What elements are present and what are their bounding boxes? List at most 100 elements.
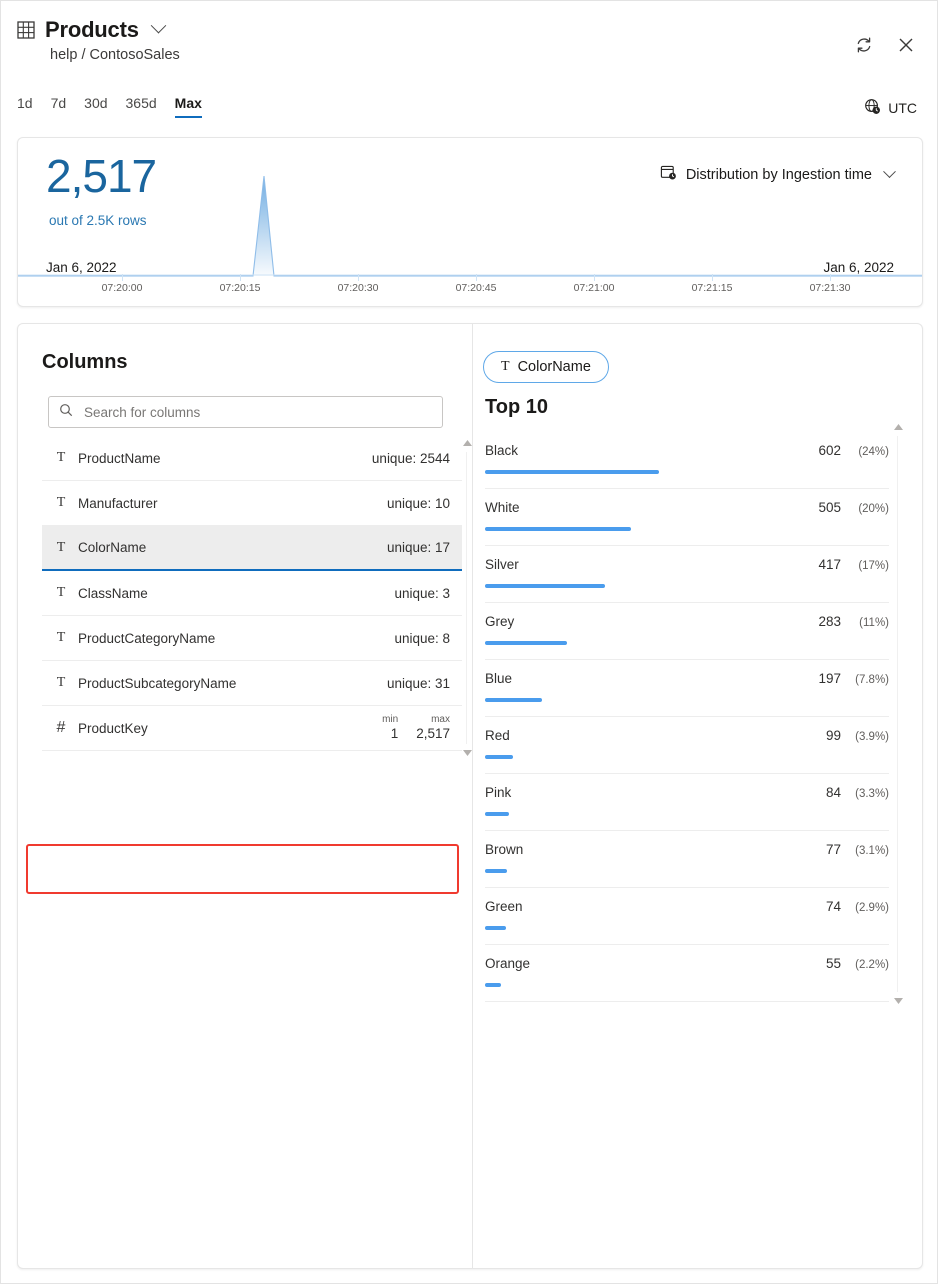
calendar-clock-icon: [660, 164, 677, 185]
column-name: ProductCategoryName: [78, 631, 394, 646]
value-row[interactable]: Grey283(11%): [485, 603, 889, 660]
column-row[interactable]: T ProductCategoryNameunique: 8: [42, 616, 462, 661]
close-button[interactable]: [895, 34, 917, 56]
scroll-down-arrow-icon[interactable]: [894, 998, 903, 1004]
value-row[interactable]: Pink84(3.3%): [485, 774, 889, 831]
value-row-header: Black602(24%): [485, 443, 889, 458]
text-type-icon: T: [50, 675, 72, 691]
text-type-icon: T: [50, 585, 72, 601]
column-unique-count: unique: 8: [394, 631, 450, 646]
axis-tick-label: 07:20:45: [456, 282, 497, 294]
time-range-tab-1d[interactable]: 1d: [17, 96, 33, 118]
search-columns-input[interactable]: [82, 404, 432, 421]
close-icon: [896, 35, 916, 55]
value-label: White: [485, 500, 818, 515]
value-label: Green: [485, 899, 826, 914]
column-name: Manufacturer: [78, 496, 387, 511]
value-bar-fill: [485, 470, 659, 474]
axis-tick-label: 07:21:30: [810, 282, 851, 294]
axis-tick-mark: [594, 274, 595, 281]
search-columns-box[interactable]: [48, 396, 443, 428]
value-row[interactable]: Brown77(3.1%): [485, 831, 889, 888]
page-title: Products: [45, 19, 139, 41]
scroll-up-arrow-icon[interactable]: [463, 440, 472, 446]
value-count: 55: [826, 956, 841, 971]
column-unique-count: unique: 3: [394, 586, 450, 601]
value-label: Silver: [485, 557, 818, 572]
value-row[interactable]: Black602(24%): [485, 432, 889, 489]
values-pane: T ColorName Top 10 Black602(24%)White505…: [473, 324, 922, 1268]
column-min-value: 1: [391, 726, 399, 742]
time-range-tab-7d[interactable]: 7d: [51, 96, 67, 118]
text-type-icon: T: [501, 359, 510, 375]
value-count: 74: [826, 899, 841, 914]
column-name: ColorName: [78, 540, 387, 555]
value-row[interactable]: Red99(3.9%): [485, 717, 889, 774]
value-row-header: Red99(3.9%): [485, 728, 889, 743]
time-range-tabs: 1d 7d 30d 365d Max: [17, 96, 202, 118]
value-label: Black: [485, 443, 818, 458]
column-row-selected[interactable]: TColorNameunique: 17: [42, 526, 462, 571]
scroll-up-arrow-icon[interactable]: [894, 424, 903, 430]
columns-title: Columns: [42, 351, 128, 374]
value-row[interactable]: Blue197(7.8%): [485, 660, 889, 717]
values-scrollbar[interactable]: [893, 424, 904, 1004]
title-dropdown-chevron-icon[interactable]: [149, 21, 164, 39]
time-range-tab-30d[interactable]: 30d: [84, 96, 107, 118]
columns-values-card: Columns TProductNameunique: 2544TManufac…: [17, 323, 923, 1269]
text-type-icon: T: [50, 450, 72, 466]
column-row[interactable]: #ProductKeymin1max2,517: [42, 706, 462, 751]
axis-tick-mark: [476, 274, 477, 281]
column-row[interactable]: T ProductNameunique: 2544: [42, 436, 462, 481]
time-range-tab-365d[interactable]: 365d: [126, 96, 157, 118]
value-bar-track: [485, 527, 889, 531]
axis-tick-mark: [358, 274, 359, 281]
value-label: Brown: [485, 842, 826, 857]
axis-tick-label: 07:20:30: [338, 282, 379, 294]
scroll-down-arrow-icon[interactable]: [463, 750, 472, 756]
column-unique-count: unique: 2544: [372, 451, 450, 466]
globe-clock-icon: [864, 98, 881, 118]
time-range-tab-max[interactable]: Max: [175, 96, 202, 118]
value-count: 602: [818, 443, 841, 458]
value-row-header: Pink84(3.3%): [485, 785, 889, 800]
value-bar-track: [485, 812, 889, 816]
text-type-icon: T: [50, 630, 72, 646]
value-row-header: Grey283(11%): [485, 614, 889, 629]
value-percent: (7.8%): [841, 674, 889, 686]
column-unique-count: unique: 31: [387, 676, 450, 691]
value-count: 84: [826, 785, 841, 800]
value-percent: (24%): [841, 446, 889, 458]
value-bar-fill: [485, 869, 507, 873]
value-row[interactable]: White505(20%): [485, 489, 889, 546]
value-row[interactable]: Green74(2.9%): [485, 888, 889, 945]
value-row[interactable]: Orange55(2.2%): [485, 945, 889, 1002]
value-label: Orange: [485, 956, 826, 971]
value-row-header: Orange55(2.2%): [485, 956, 889, 971]
header-actions: [853, 34, 917, 56]
value-row[interactable]: Silver417(17%): [485, 546, 889, 603]
distribution-label: Distribution by Ingestion time: [686, 167, 872, 183]
column-max-label: max: [431, 714, 450, 726]
value-bar-track: [485, 983, 889, 987]
column-row[interactable]: TClassNameunique: 3: [42, 571, 462, 616]
selected-column-chip[interactable]: T ColorName: [483, 351, 609, 383]
value-bar-track: [485, 698, 889, 702]
column-name: ProductName: [78, 451, 372, 466]
columns-scrollbar[interactable]: [462, 440, 473, 756]
timezone-selector[interactable]: UTC: [864, 98, 917, 118]
value-count: 197: [818, 671, 841, 686]
column-min-max: min1 max2,517: [382, 714, 450, 741]
refresh-button[interactable]: [853, 34, 875, 56]
value-bar-track: [485, 926, 889, 930]
column-row[interactable]: TProductSubcategoryNameunique: 31: [42, 661, 462, 706]
distribution-selector[interactable]: Distribution by Ingestion time: [660, 164, 894, 185]
value-row-header: Silver417(17%): [485, 557, 889, 572]
top-values-list[interactable]: Black602(24%) White505(20%) Silver417(17%)…: [485, 432, 889, 1002]
column-row[interactable]: TManufacturerunique: 10: [42, 481, 462, 526]
ingestion-stats-card: 2,517 out of 2.5K rows Distribution by I…: [17, 137, 923, 307]
column-max-group: max2,517: [416, 714, 450, 741]
columns-list[interactable]: TProductNameunique: 2544TManufactureruni…: [42, 436, 462, 756]
column-min-label: min: [382, 714, 398, 726]
value-bar-track: [485, 641, 889, 645]
